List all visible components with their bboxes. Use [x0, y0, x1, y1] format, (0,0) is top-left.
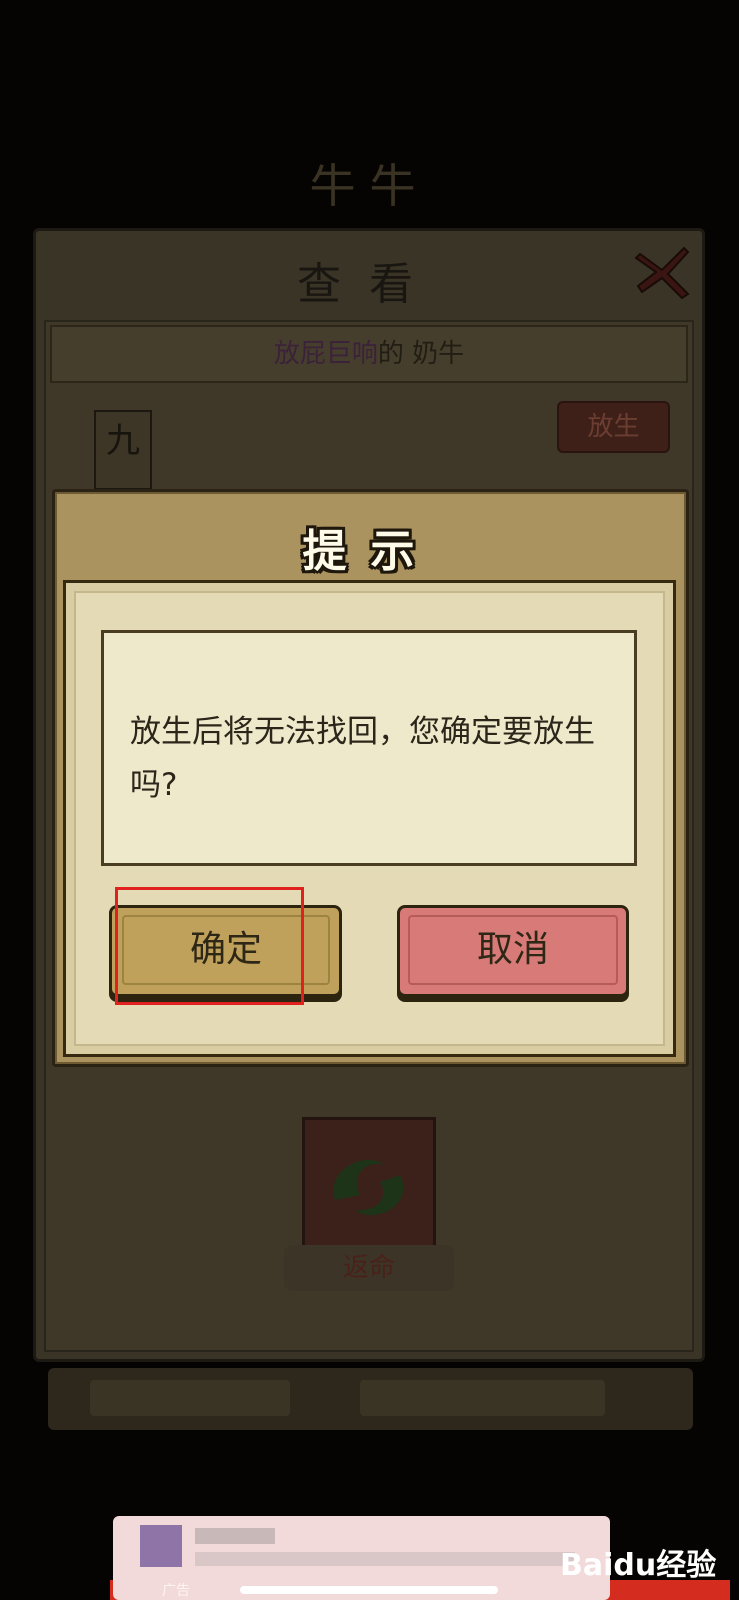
screen-title: 牛牛	[309, 159, 430, 213]
release-button[interactable]: 放生	[557, 401, 670, 453]
dialog-message: 放生后将无法找回，您确定要放生吗?	[130, 714, 595, 803]
cancel-button-label[interactable]: 取消	[408, 915, 618, 985]
swirl-icon	[333, 1159, 404, 1216]
owner-name: 放屁巨响	[273, 339, 378, 369]
skill-label: 返命	[284, 1245, 454, 1291]
ad-text-blur	[195, 1552, 575, 1566]
tab-left[interactable]	[90, 1380, 290, 1416]
panel-title: 查看	[297, 259, 441, 310]
close-icon[interactable]	[632, 240, 694, 302]
baidu-watermark-text: Baidu经验	[560, 1548, 717, 1583]
highlight-box	[115, 887, 304, 1005]
ad-title-blur	[195, 1528, 275, 1544]
pet-name: 的 奶牛	[377, 339, 465, 369]
dialog-title: 提示	[302, 526, 439, 577]
skill-card[interactable]	[302, 1117, 436, 1251]
baidu-jingyan-logo: Baidu经验	[560, 1538, 739, 1594]
rank-badge: 九	[94, 410, 152, 490]
home-indicator[interactable]	[240, 1586, 498, 1594]
tab-right[interactable]	[360, 1380, 605, 1416]
ad-thumbnail[interactable]	[140, 1525, 182, 1567]
ad-label: 广告	[162, 1583, 190, 1599]
owner-line: 放屁巨响的 奶牛	[50, 325, 688, 383]
